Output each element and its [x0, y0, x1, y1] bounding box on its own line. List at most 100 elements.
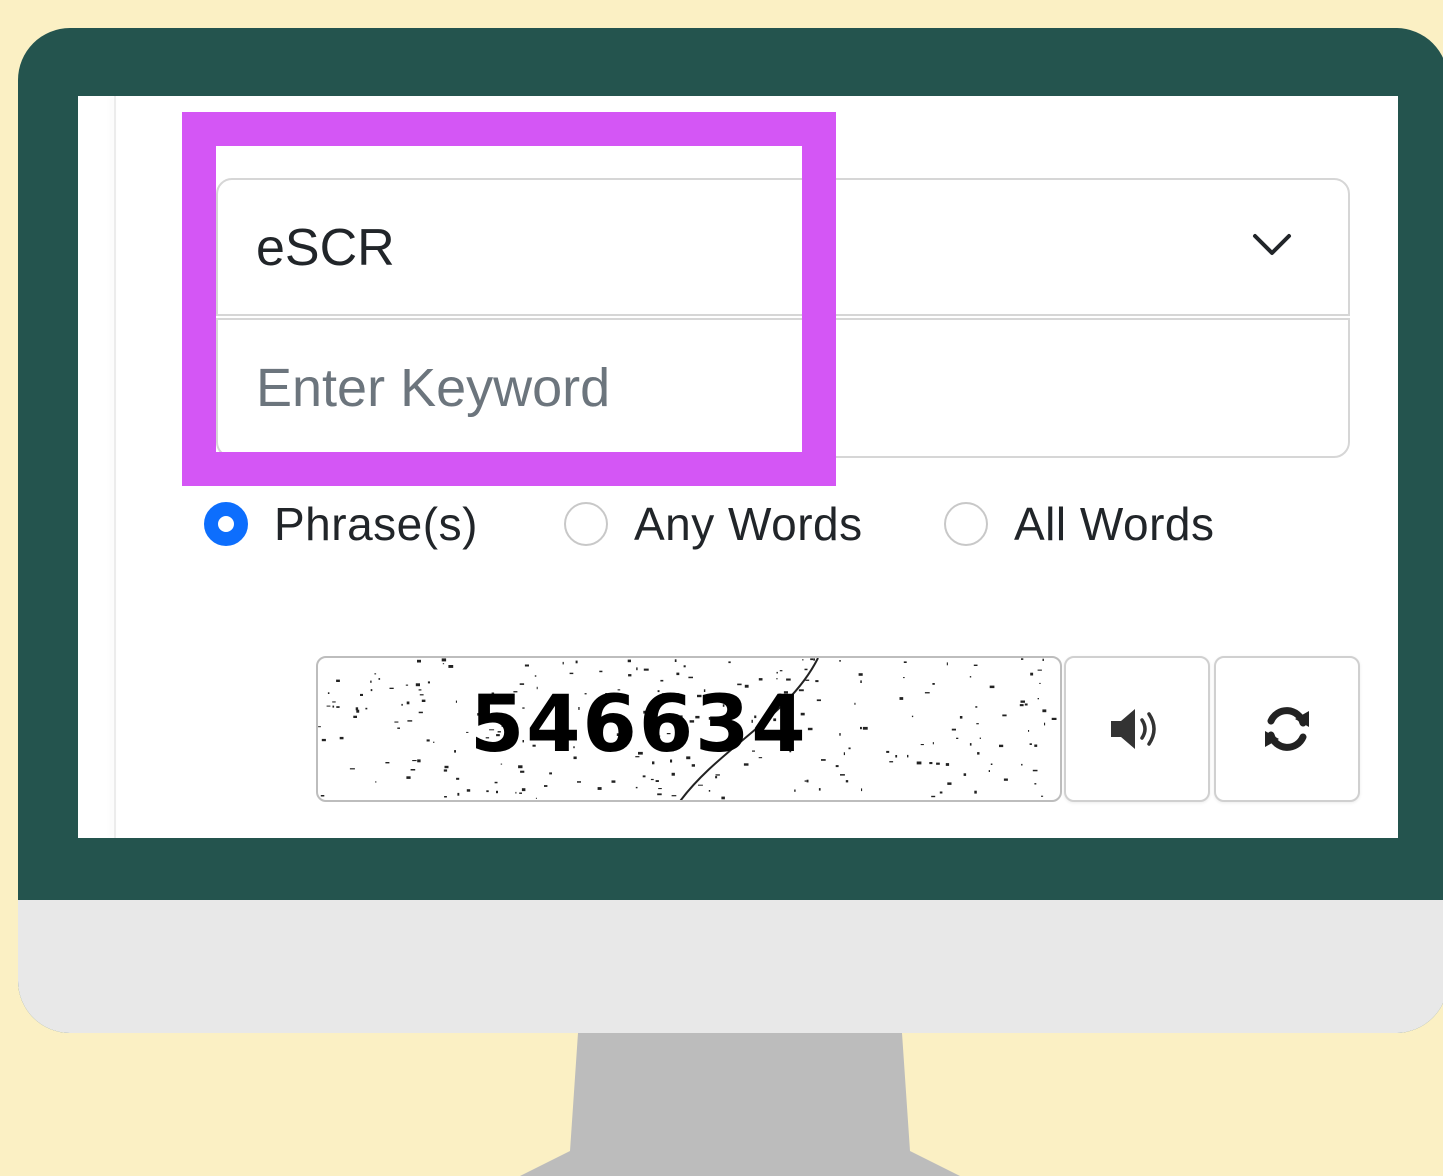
radio-button[interactable] [564, 502, 608, 546]
captcha-speckle [936, 762, 940, 765]
captcha-speckle [931, 795, 936, 798]
captcha-speckle [332, 701, 336, 703]
captcha-speckle [721, 796, 725, 800]
captcha-speckle [854, 702, 856, 705]
captcha-speckle [521, 788, 526, 792]
radio-label: Any Words [634, 498, 863, 550]
captcha-speckle [635, 786, 638, 789]
radio-option-phrases[interactable]: Phrase(s) [204, 494, 478, 554]
captcha-speckle [418, 689, 422, 691]
captcha-speckle [494, 781, 498, 784]
captcha-speckle [779, 670, 783, 672]
captcha-speckle [1028, 730, 1030, 732]
captcha-speckle [959, 716, 963, 719]
captcha-speckle [349, 768, 355, 770]
captcha-audio-button[interactable] [1064, 656, 1210, 802]
captcha-speckle [562, 661, 564, 665]
captcha-speckle [911, 715, 914, 718]
captcha-speckle [1039, 682, 1041, 684]
captcha-speckle [326, 705, 331, 707]
captcha-speckle [821, 759, 826, 761]
radio-button[interactable] [944, 502, 988, 546]
captcha-speckle [932, 742, 934, 745]
captcha-speckle [519, 792, 522, 794]
captcha-speckle [860, 726, 862, 730]
captcha-speckle [628, 674, 632, 677]
captcha-speckle [843, 752, 845, 756]
captcha-speckle [327, 692, 330, 694]
captcha-speckle [815, 680, 819, 683]
captcha-speckle [861, 788, 863, 792]
captcha-speckle [544, 785, 548, 787]
captcha-speckle [339, 736, 344, 740]
captcha-speckle [990, 763, 993, 765]
category-select[interactable]: eSCR [216, 178, 1350, 316]
captcha-speckle [886, 750, 890, 753]
captcha-speckle [456, 777, 460, 780]
captcha-speckle [549, 772, 552, 775]
monitor-screen: eSCR Phrase(s) Any Words All Words 54663… [78, 96, 1398, 838]
captcha-speckle [433, 741, 435, 743]
captcha-speckle [1021, 763, 1023, 766]
radio-button-checked[interactable] [204, 502, 248, 546]
captcha-speckle [839, 733, 841, 736]
captcha-speckle [671, 795, 677, 797]
captcha-speckle [415, 683, 420, 687]
captcha-speckle [643, 668, 649, 671]
captcha-speckle [496, 790, 498, 794]
captcha-speckle [973, 664, 978, 666]
captcha-speckle [1042, 709, 1047, 713]
captcha-speckle [406, 701, 410, 705]
captcha-speckle [848, 747, 851, 750]
monitor-stand [520, 1033, 960, 1176]
captcha-code: 546634 [470, 680, 808, 770]
captcha-speckle [412, 760, 417, 762]
captcha-speckle [370, 680, 372, 683]
captcha-speckle [466, 789, 471, 792]
captcha-speckle [597, 787, 602, 790]
captcha-speckle [816, 699, 821, 702]
captcha-speckle [989, 685, 995, 689]
captcha-speckle [421, 699, 426, 702]
radio-option-all-words[interactable]: All Words [944, 494, 1214, 554]
captcha-speckle [374, 673, 377, 675]
captcha-speckle [454, 750, 456, 753]
captcha-refresh-button[interactable] [1214, 656, 1360, 802]
captcha-speckle [650, 778, 654, 781]
captcha-speckle [804, 780, 807, 782]
captcha-speckle [804, 668, 808, 671]
captcha-speckle [688, 676, 693, 679]
monitor-chin [18, 900, 1443, 1033]
captcha-speckle [676, 672, 680, 676]
captcha-speckle [683, 665, 686, 668]
captcha-speckle [802, 659, 804, 661]
captcha-speckle [332, 705, 335, 708]
captcha-speckle [575, 660, 578, 664]
captcha-speckle [1020, 700, 1025, 703]
captcha-speckle [1037, 669, 1042, 671]
captcha-speckle [1042, 658, 1044, 661]
radio-option-any-words[interactable]: Any Words [564, 494, 863, 554]
refresh-icon [1265, 707, 1309, 751]
captcha-speckle [840, 774, 845, 776]
keyword-input[interactable] [216, 318, 1350, 458]
speaker-icon [1111, 709, 1156, 749]
captcha-speckle [1019, 704, 1024, 707]
captcha-speckle [410, 769, 416, 771]
captcha-speckle [975, 706, 978, 708]
captcha-speckle [336, 706, 340, 708]
captcha-speckle [1029, 743, 1032, 745]
captcha-speckle [951, 728, 956, 731]
captcha-speckle [939, 791, 943, 794]
captcha-speckle [318, 726, 321, 728]
captcha-speckle [974, 790, 977, 794]
captcha-speckle [1051, 717, 1057, 720]
captcha-speckle [810, 658, 814, 661]
captcha-speckle [895, 755, 898, 758]
captcha-speckle [321, 738, 326, 742]
captcha-speckle [611, 780, 616, 783]
captcha-speckle [336, 679, 340, 682]
captcha-image: 546634 [316, 656, 1062, 802]
captcha-speckle [806, 779, 809, 783]
captcha-speckle [443, 769, 448, 772]
